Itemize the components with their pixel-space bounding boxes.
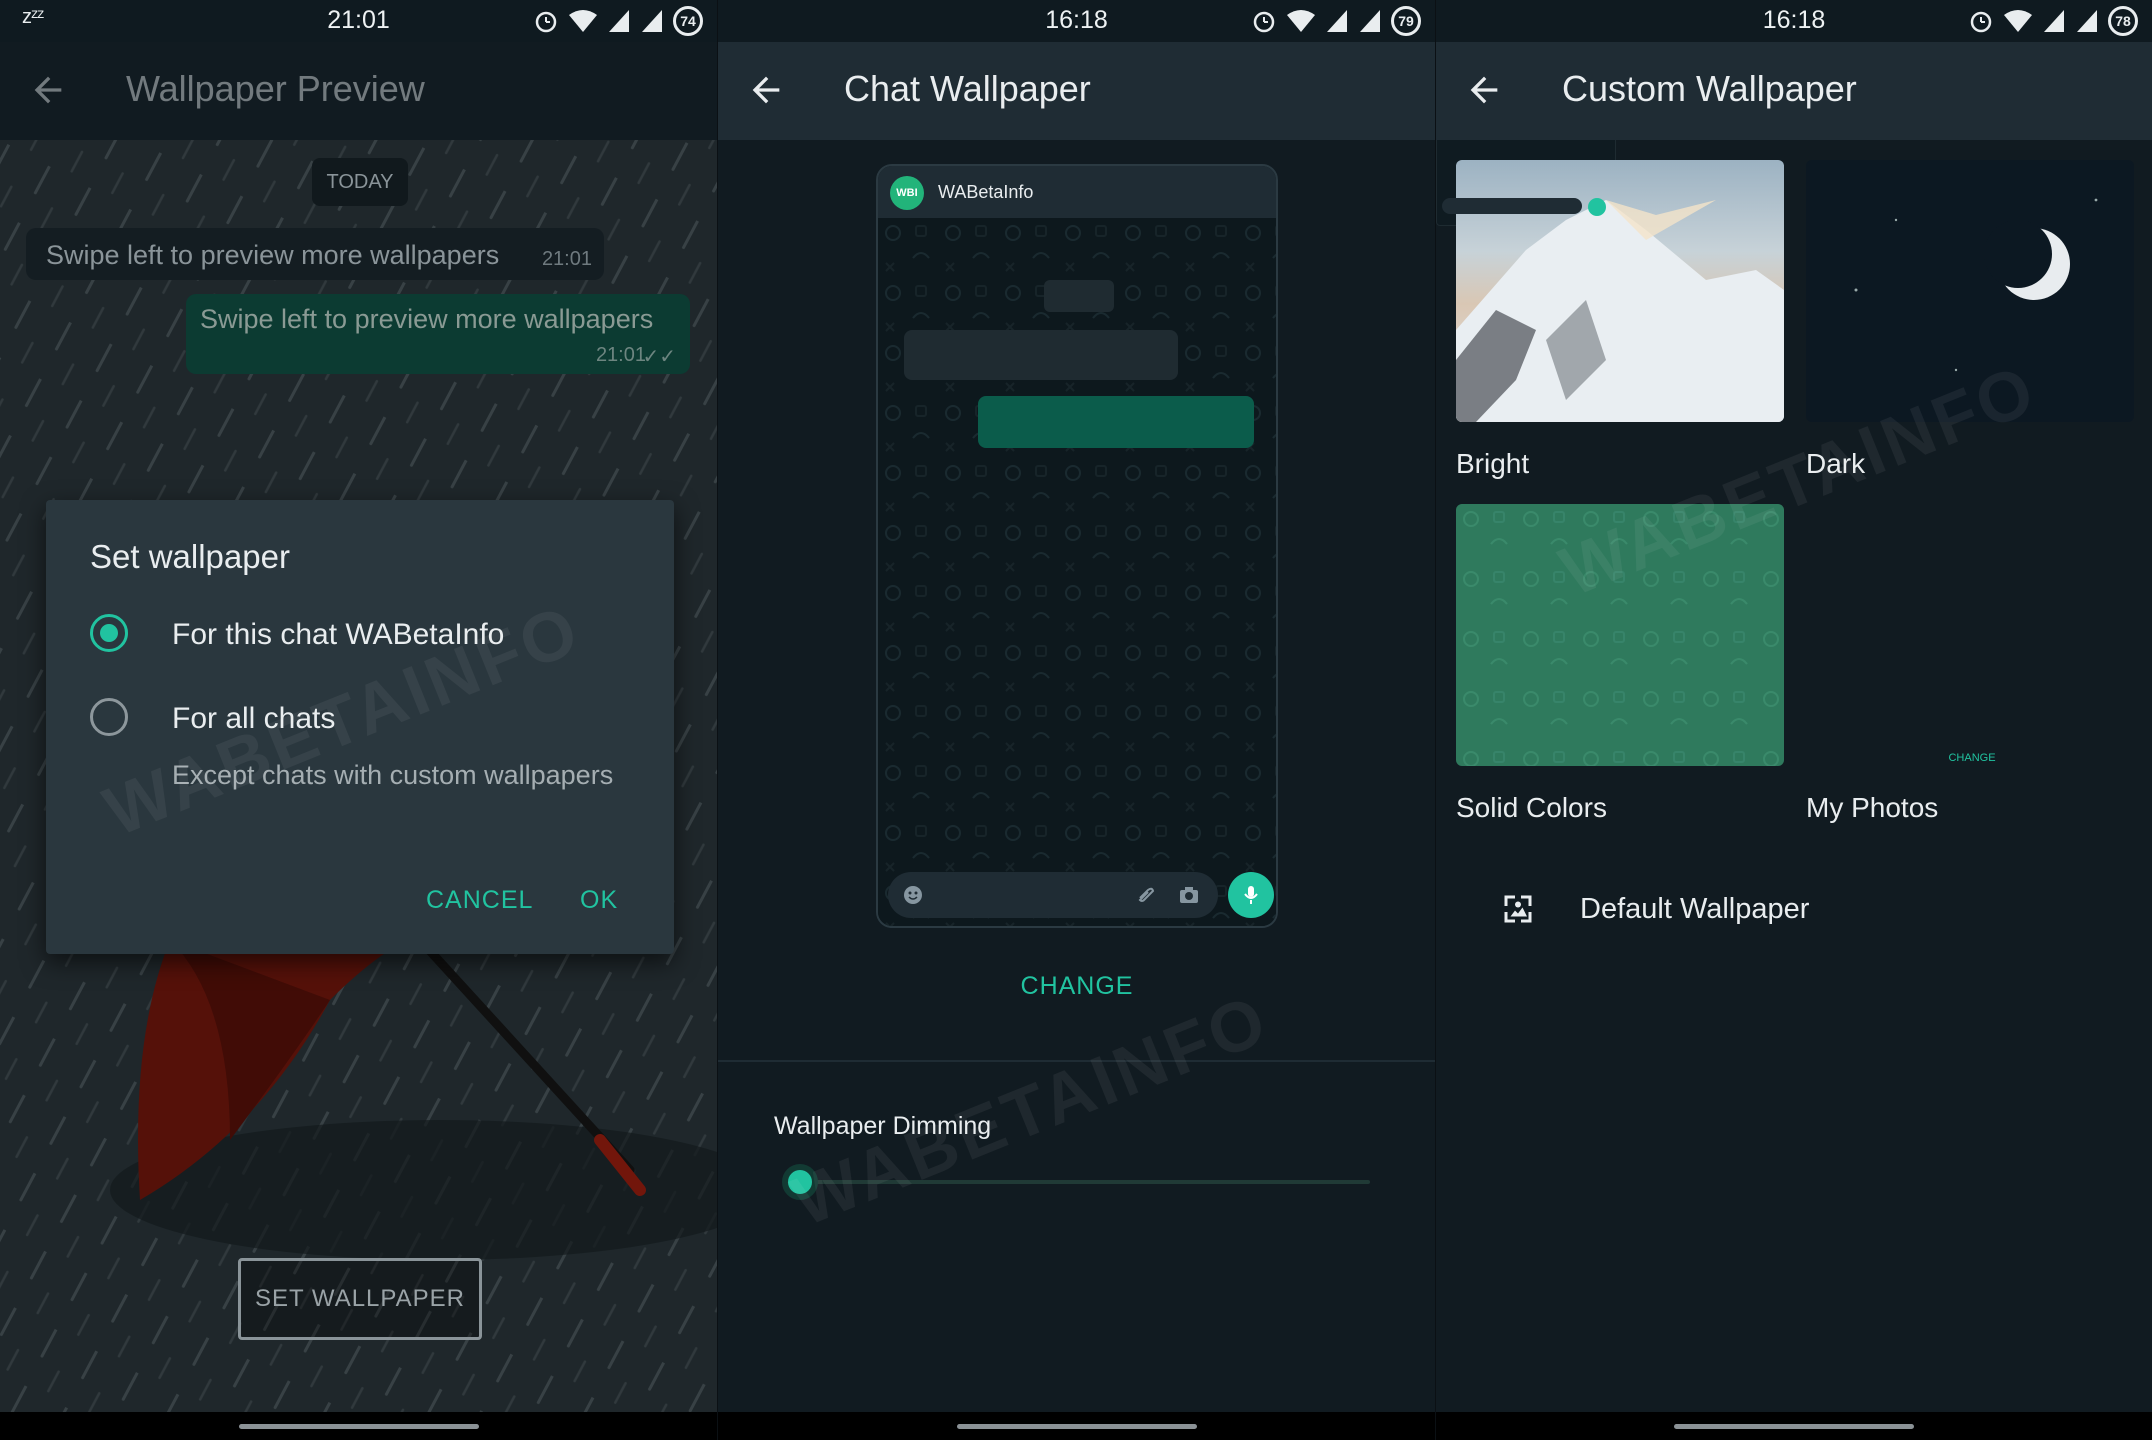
camera-icon xyxy=(1180,887,1198,903)
default-wallpaper-icon xyxy=(1504,895,1532,923)
signal-icon xyxy=(2044,10,2064,32)
dialog-title: Set wallpaper xyxy=(90,538,290,575)
set-wallpaper-button[interactable]: SET WALLPAPER xyxy=(238,1258,482,1340)
ok-button[interactable]: OK xyxy=(580,886,618,915)
battery-icon: 74 xyxy=(673,6,703,36)
back-arrow-icon[interactable] xyxy=(1464,70,1504,110)
app-bar: Custom Wallpaper xyxy=(1436,42,2152,140)
home-indicator[interactable] xyxy=(1674,1424,1914,1429)
nav-bar xyxy=(0,1412,717,1440)
app-bar: Wallpaper Preview xyxy=(0,42,717,140)
nav-bar xyxy=(718,1412,1435,1440)
signal-icon xyxy=(1360,10,1380,32)
message-text: Swipe left to preview more wallpapers xyxy=(200,304,654,334)
alarm-icon xyxy=(1970,11,1992,33)
attach-icon xyxy=(1138,887,1155,902)
tile-label-my-photos: My Photos xyxy=(1806,792,1939,823)
home-indicator[interactable] xyxy=(238,1424,479,1429)
wifi-icon xyxy=(2004,10,2032,32)
default-wallpaper-row[interactable]: Default Wallpaper xyxy=(1500,884,1809,934)
status-bar: 16:18 79 xyxy=(718,0,1435,42)
watermark: WABETAINFO xyxy=(781,979,1280,1241)
emoji-icon xyxy=(904,886,922,904)
cancel-button[interactable]: CANCEL xyxy=(426,886,533,915)
message-time: 21:01 xyxy=(595,344,646,366)
status-bar: 16:18 78 xyxy=(1436,0,2152,42)
custom-wallpaper-screen: 16:18 78 Custom Wallpaper Bright Dark So… xyxy=(1435,0,2152,1440)
preview-chat-body xyxy=(878,218,1276,926)
incoming-message: Swipe left to preview more wallpapers 21… xyxy=(26,228,604,280)
change-wallpaper-button[interactable]: CHANGE xyxy=(718,972,1435,1001)
signal-icon xyxy=(2077,10,2097,32)
tile-label-solid-colors: Solid Colors xyxy=(1456,792,1607,823)
tile-label-bright: Bright xyxy=(1456,448,1530,479)
preview-incoming-bubble xyxy=(904,330,1178,380)
alarm-icon xyxy=(535,11,557,33)
message-text: Swipe left to preview more wallpapers xyxy=(46,240,500,270)
status-bar: zᶻᶻ 21:01 74 xyxy=(0,0,717,42)
default-wallpaper-label: Default Wallpaper xyxy=(1580,892,1810,925)
my-photos-change-label: CHANGE xyxy=(1948,752,1996,764)
read-ticks-icon: ✓✓ xyxy=(642,346,676,368)
nav-bar xyxy=(1436,1412,2152,1440)
back-arrow-icon[interactable] xyxy=(28,70,68,110)
preview-chat-header: WBI WABetaInfo xyxy=(878,166,1276,218)
mini-mic-icon xyxy=(1588,198,1606,216)
wifi-icon xyxy=(1287,10,1315,32)
radio-all-chats[interactable] xyxy=(90,698,128,736)
battery-icon: 79 xyxy=(1391,6,1421,36)
app-bar: Chat Wallpaper xyxy=(718,42,1435,140)
chat-wallpaper-screen: 16:18 79 Chat Wallpaper WBI WABetaInfo C… xyxy=(717,0,1435,1440)
preview-outgoing-bubble xyxy=(978,396,1254,448)
wallpaper-preview-phone[interactable]: WBI WABetaInfo xyxy=(876,164,1278,928)
date-chip: TODAY xyxy=(312,158,408,206)
message-time: 21:01 xyxy=(541,248,592,270)
alarm-icon xyxy=(1253,11,1275,33)
preview-input-bar xyxy=(888,872,1218,918)
avatar: WBI xyxy=(890,176,924,210)
battery-icon: 78 xyxy=(2108,6,2138,36)
signal-icon xyxy=(609,10,629,32)
home-indicator[interactable] xyxy=(956,1424,1197,1429)
outgoing-message: Swipe left to preview more wallpapers 21… xyxy=(186,294,690,374)
preview-chat-name: WABetaInfo xyxy=(938,182,1034,202)
wifi-icon xyxy=(569,10,597,32)
doodle-pattern xyxy=(878,218,1276,926)
signal-icon xyxy=(642,10,662,32)
preview-date-chip xyxy=(1044,280,1114,312)
signal-icon xyxy=(1327,10,1347,32)
page-title: Chat Wallpaper xyxy=(844,68,1091,109)
mini-input-bar xyxy=(1442,198,1582,214)
page-title: Custom Wallpaper xyxy=(1562,68,1857,109)
page-title: Wallpaper Preview xyxy=(126,68,425,109)
back-arrow-icon[interactable] xyxy=(746,70,786,110)
radio-this-chat[interactable] xyxy=(90,614,128,652)
mic-icon xyxy=(1228,872,1274,918)
